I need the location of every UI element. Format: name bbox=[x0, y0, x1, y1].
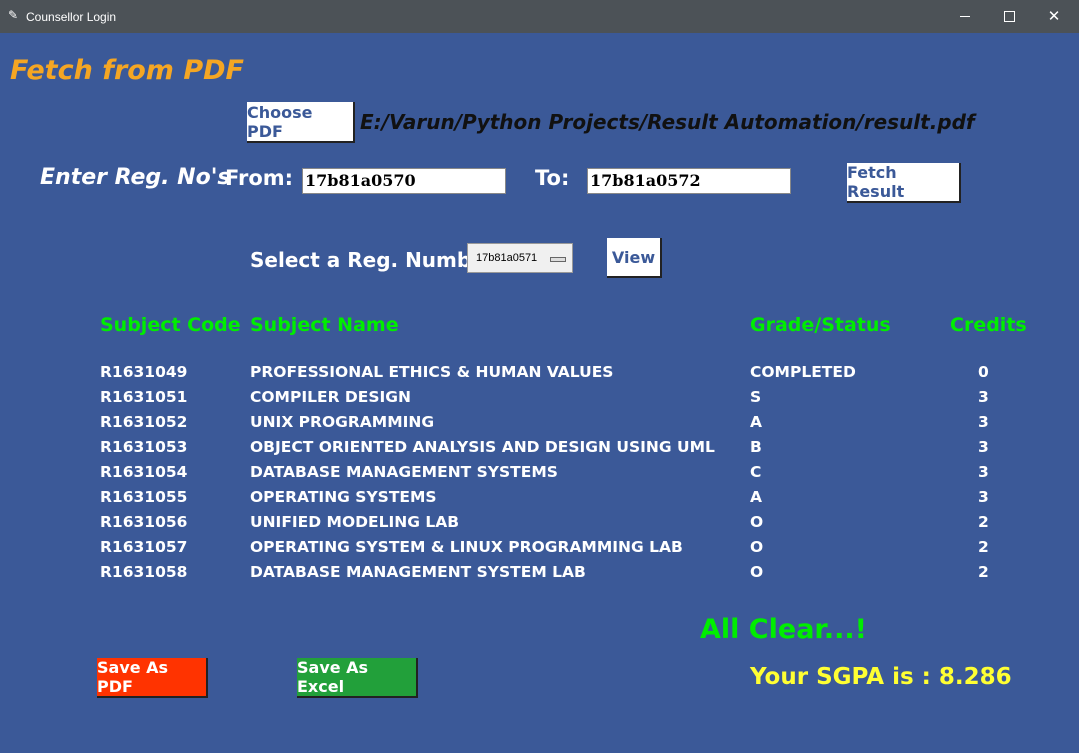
page-heading: Fetch from PDF bbox=[10, 55, 244, 86]
pdf-path: E:/Varun/Python Projects/Result Automati… bbox=[360, 110, 975, 134]
save-as-excel-button[interactable]: Save As Excel bbox=[297, 658, 418, 698]
cell-grade: O bbox=[750, 563, 764, 581]
cell-grade: B bbox=[750, 438, 762, 456]
fetch-result-button[interactable]: Fetch Result bbox=[847, 163, 961, 203]
cell-grade: A bbox=[750, 488, 762, 506]
minimize-icon bbox=[960, 16, 970, 17]
to-label: To: bbox=[535, 166, 570, 190]
cell-credits: 2 bbox=[978, 563, 989, 581]
title-bar: ✎ Counsellor Login ✕ bbox=[0, 0, 1079, 33]
header-credits: Credits bbox=[950, 314, 1027, 336]
feather-icon: ✎ bbox=[8, 8, 19, 22]
cell-subject-code: R1631049 bbox=[100, 363, 188, 381]
select-regno-label: Select a Reg. Number bbox=[250, 248, 495, 272]
save-as-pdf-button[interactable]: Save As PDF bbox=[97, 658, 208, 698]
window-title: Counsellor Login bbox=[26, 10, 117, 24]
cell-credits: 3 bbox=[978, 463, 989, 481]
sgpa-text: Your SGPA is : 8.286 bbox=[750, 664, 1012, 690]
cell-grade: O bbox=[750, 538, 764, 556]
cell-subject-name: OPERATING SYSTEMS bbox=[250, 488, 437, 506]
cell-grade: C bbox=[750, 463, 762, 481]
cell-grade: COMPLETED bbox=[750, 363, 856, 381]
cell-subject-code: R1631053 bbox=[100, 438, 188, 456]
cell-subject-name: UNIX PROGRAMMING bbox=[250, 413, 435, 431]
cell-subject-name: OBJECT ORIENTED ANALYSIS AND DESIGN USIN… bbox=[250, 438, 715, 456]
regno-dropdown[interactable]: 17b81a0571 bbox=[467, 243, 573, 273]
cell-subject-name: UNIFIED MODELING LAB bbox=[250, 513, 460, 531]
cell-credits: 2 bbox=[978, 513, 989, 531]
cell-subject-name: OPERATING SYSTEM & LINUX PROGRAMMING LAB bbox=[250, 538, 683, 556]
cell-subject-code: R1631052 bbox=[100, 413, 188, 431]
cell-credits: 3 bbox=[978, 413, 989, 431]
cell-grade: A bbox=[750, 413, 762, 431]
cell-subject-code: R1631051 bbox=[100, 388, 188, 406]
cell-subject-code: R1631054 bbox=[100, 463, 188, 481]
close-button[interactable]: ✕ bbox=[1031, 0, 1077, 33]
result-status: All Clear...! bbox=[700, 614, 867, 645]
header-subject-code: Subject Code bbox=[100, 314, 241, 336]
cell-subject-code: R1631055 bbox=[100, 488, 188, 506]
header-grade-status: Grade/Status bbox=[750, 314, 891, 336]
cell-subject-code: R1631056 bbox=[100, 513, 188, 531]
regno-label: Enter Reg. No's bbox=[40, 165, 231, 190]
minimize-button[interactable] bbox=[942, 0, 988, 33]
cell-subject-name: DATABASE MANAGEMENT SYSTEMS bbox=[250, 463, 558, 481]
dropdown-value: 17b81a0571 bbox=[476, 252, 538, 264]
view-button[interactable]: View bbox=[607, 238, 662, 278]
header-subject-name: Subject Name bbox=[250, 314, 399, 336]
cell-subject-name: PROFESSIONAL ETHICS & HUMAN VALUES bbox=[250, 363, 614, 381]
maximize-icon bbox=[1003, 11, 1015, 22]
dropdown-indicator-icon bbox=[550, 257, 566, 262]
choose-pdf-button[interactable]: Choose PDF bbox=[247, 102, 355, 143]
cell-subject-code: R1631057 bbox=[100, 538, 188, 556]
maximize-button[interactable] bbox=[986, 0, 1032, 33]
cell-subject-name: COMPILER DESIGN bbox=[250, 388, 411, 406]
cell-subject-name: DATABASE MANAGEMENT SYSTEM LAB bbox=[250, 563, 586, 581]
cell-credits: 2 bbox=[978, 538, 989, 556]
to-input[interactable]: 17b81a0572 bbox=[587, 168, 791, 194]
cell-grade: S bbox=[750, 388, 762, 406]
from-label: From: bbox=[225, 166, 294, 190]
cell-credits: 0 bbox=[978, 363, 989, 381]
cell-subject-code: R1631058 bbox=[100, 563, 188, 581]
cell-grade: O bbox=[750, 513, 764, 531]
cell-credits: 3 bbox=[978, 388, 989, 406]
cell-credits: 3 bbox=[978, 488, 989, 506]
cell-credits: 3 bbox=[978, 438, 989, 456]
from-input[interactable]: 17b81a0570 bbox=[302, 168, 506, 194]
close-icon: ✕ bbox=[1047, 7, 1061, 25]
